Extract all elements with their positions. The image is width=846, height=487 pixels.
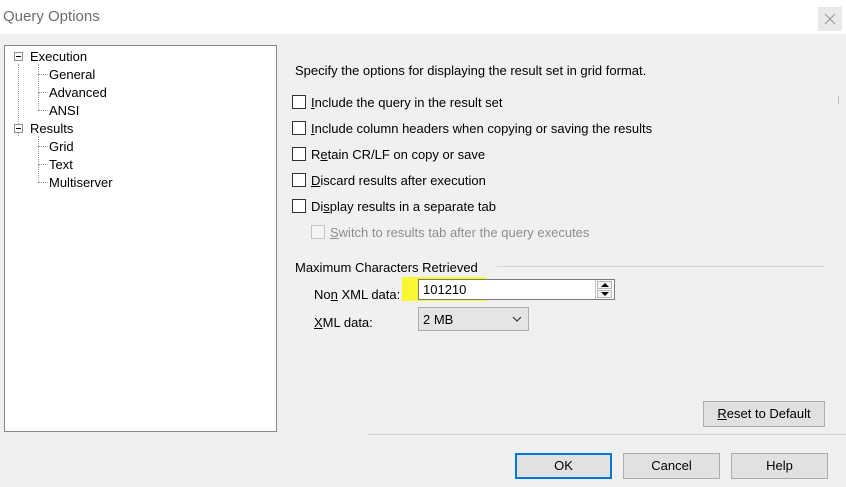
stepper-up-icon[interactable] [597,281,612,289]
tree-connector [38,146,48,147]
help-button[interactable]: Help [731,453,828,479]
close-button[interactable] [818,7,842,31]
option-label: Include the query in the result set [311,95,503,110]
option-label: Display results in a separate tab [311,199,496,214]
stepper-down-icon[interactable] [597,290,612,298]
stepper-buttons[interactable] [595,280,614,299]
option-label: Discard results after execution [311,173,486,188]
window-title: Query Options [3,8,100,25]
reset-to-default-button[interactable]: Reset to Default [703,401,825,427]
xml-label: XML data: [314,315,373,330]
option-label: Switch to results tab after the query ex… [330,225,590,240]
ok-button[interactable]: OK [515,453,612,479]
title-bar: Query Options [0,0,846,34]
non-xml-label: Non XML data: [314,287,401,302]
collapse-execution-icon[interactable] [14,52,23,61]
tree-item-text[interactable]: Text [49,157,73,172]
separate-tab-checkbox[interactable] [292,199,306,213]
tree-item-execution[interactable]: Execution [30,49,87,64]
option-label: Include column headers when copying or s… [311,121,653,136]
tree-item-results[interactable]: Results [30,121,73,136]
tree-connector [38,74,48,75]
include-headers-checkbox[interactable] [292,121,306,135]
non-xml-stepper[interactable]: 101210 [418,279,615,300]
include-query-checkbox[interactable] [292,95,306,109]
tree-connector [38,110,48,111]
max-chars-group-label: Maximum Characters Retrieved [295,260,478,275]
retain-crlf-checkbox[interactable] [292,147,306,161]
tree-connector [38,92,48,93]
tree-connector [38,182,48,183]
close-icon [824,13,836,25]
xml-data-select[interactable]: 2 MB [418,307,529,331]
tree-item-grid[interactable]: Grid [49,139,74,154]
group-divider [497,266,825,267]
xml-data-value: 2 MB [423,312,454,327]
options-tree[interactable]: Execution General Advanced ANSI Results … [4,45,277,432]
tree-item-multiserver[interactable]: Multiserver [49,175,113,190]
collapse-results-icon[interactable] [14,124,23,133]
tree-connector [38,136,39,182]
footer-divider [368,434,846,435]
tree-item-ansi[interactable]: ANSI [49,103,79,118]
panel-description: Specify the options for displaying the r… [295,63,647,78]
tree-item-general[interactable]: General [49,67,95,82]
chevron-down-icon [512,316,522,322]
tree-item-advanced[interactable]: Advanced [49,85,107,100]
tree-connector [38,164,48,165]
switch-to-results-checkbox [311,225,325,239]
edge-mark [838,96,839,104]
cancel-button[interactable]: Cancel [623,453,720,479]
discard-results-checkbox[interactable] [292,173,306,187]
non-xml-value[interactable]: 101210 [423,282,466,297]
tree-connector [38,64,39,110]
option-label: Retain CR/LF on copy or save [311,147,486,162]
